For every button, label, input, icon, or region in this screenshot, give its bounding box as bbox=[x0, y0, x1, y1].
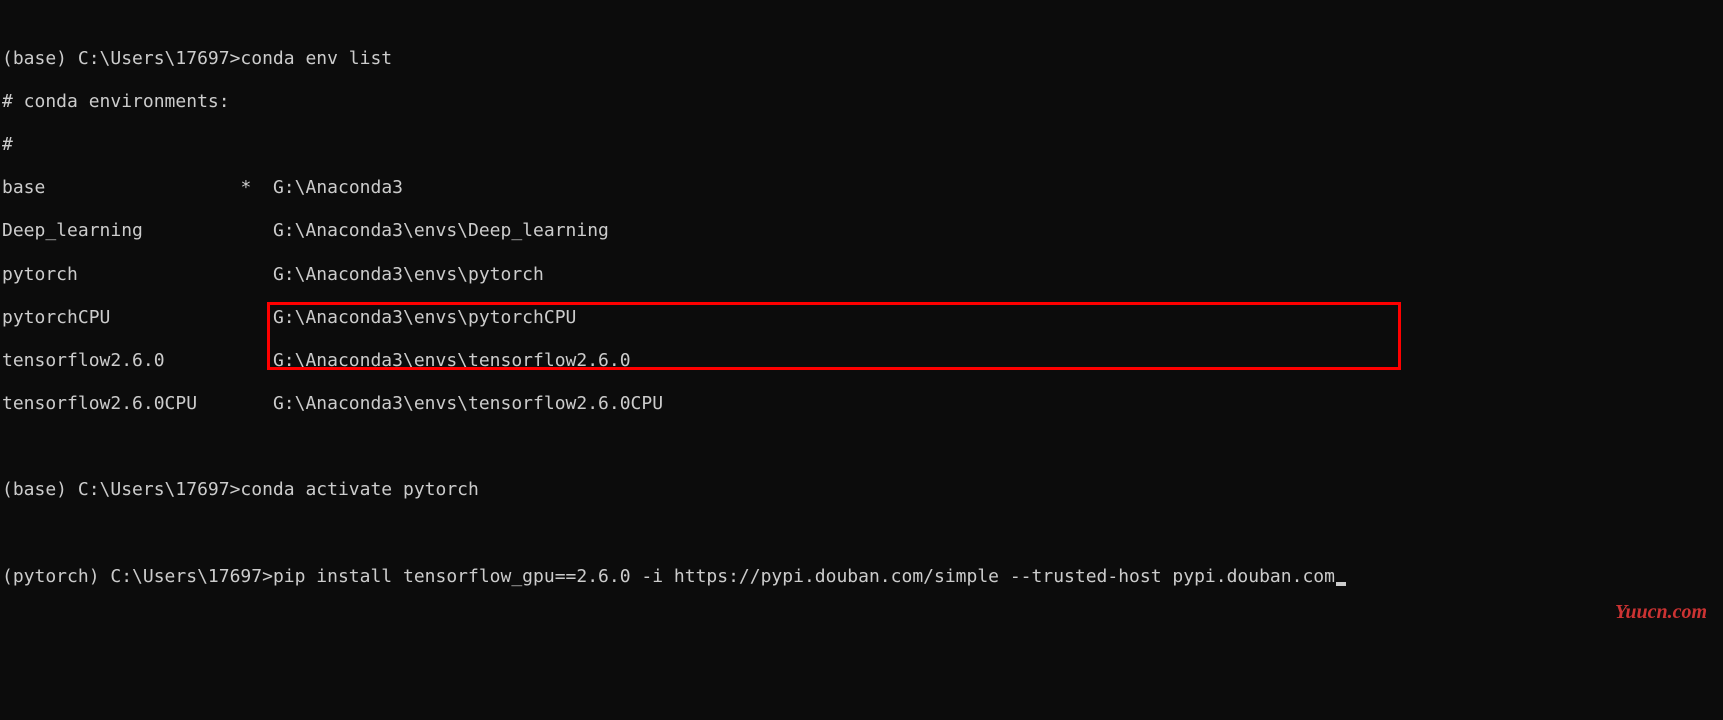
env-name: Deep_learning bbox=[2, 220, 143, 241]
env-path: G:\Anaconda3\envs\Deep_learning bbox=[273, 220, 609, 241]
blank-line bbox=[2, 436, 1723, 458]
prompt-line-3: (pytorch) C:\Users\17697>pip install ten… bbox=[2, 566, 1723, 588]
output-hash: # bbox=[2, 134, 1723, 156]
env-active-marker: * bbox=[240, 177, 251, 198]
env-path: G:\Anaconda3\envs\tensorflow2.6.0 bbox=[273, 350, 631, 371]
command: conda activate pytorch bbox=[240, 479, 478, 500]
prompt: (base) C:\Users\17697> bbox=[2, 479, 240, 500]
env-row-deep-learning: Deep_learning G:\Anaconda3\envs\Deep_lea… bbox=[2, 220, 1723, 242]
prompt: (pytorch) C:\Users\17697> bbox=[2, 566, 273, 587]
cursor bbox=[1336, 582, 1346, 586]
terminal-output[interactable]: (base) C:\Users\17697>conda env list # c… bbox=[0, 26, 1723, 609]
env-path: G:\Anaconda3\envs\pytorchCPU bbox=[273, 307, 576, 328]
env-name: tensorflow2.6.0 bbox=[2, 350, 165, 371]
prompt-line-2: (base) C:\Users\17697>conda activate pyt… bbox=[2, 479, 1723, 501]
env-row-pytorch: pytorch G:\Anaconda3\envs\pytorch bbox=[2, 264, 1723, 286]
output-env-header: # conda environments: bbox=[2, 91, 1723, 113]
env-row-pytorchcpu: pytorchCPU G:\Anaconda3\envs\pytorchCPU bbox=[2, 307, 1723, 329]
env-path: G:\Anaconda3 bbox=[273, 177, 403, 198]
watermark: Yuucn.com bbox=[1615, 600, 1707, 624]
env-path: G:\Anaconda3\envs\tensorflow2.6.0CPU bbox=[273, 393, 663, 414]
prompt-line-1: (base) C:\Users\17697>conda env list bbox=[2, 48, 1723, 70]
env-name: pytorch bbox=[2, 264, 78, 285]
env-row-tensorflow: tensorflow2.6.0 G:\Anaconda3\envs\tensor… bbox=[2, 350, 1723, 372]
env-path: G:\Anaconda3\envs\pytorch bbox=[273, 264, 544, 285]
prompt: (base) C:\Users\17697> bbox=[2, 48, 240, 69]
env-row-tensorflowcpu: tensorflow2.6.0CPU G:\Anaconda3\envs\ten… bbox=[2, 393, 1723, 415]
env-name: base bbox=[2, 177, 45, 198]
command: pip install tensorflow_gpu==2.6.0 -i htt… bbox=[273, 566, 1335, 587]
command: conda env list bbox=[240, 48, 392, 69]
env-name: pytorchCPU bbox=[2, 307, 110, 328]
env-row-base: base * G:\Anaconda3 bbox=[2, 177, 1723, 199]
env-name: tensorflow2.6.0CPU bbox=[2, 393, 197, 414]
blank-line bbox=[2, 523, 1723, 545]
